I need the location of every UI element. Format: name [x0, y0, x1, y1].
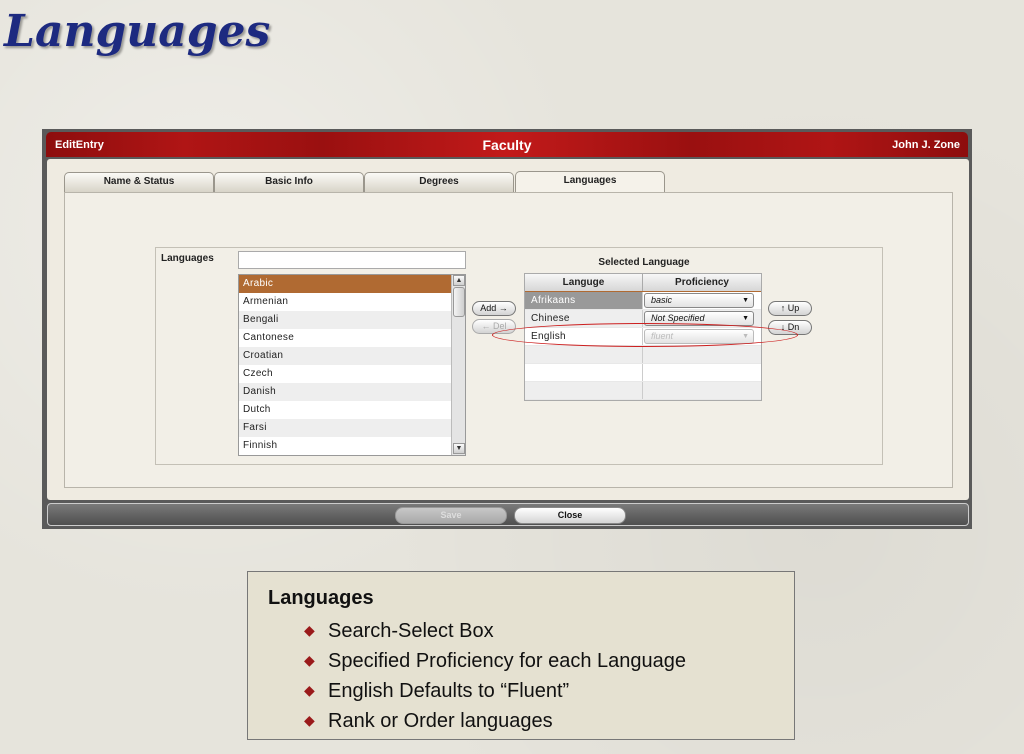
list-item: ◆ Search-Select Box — [304, 616, 686, 646]
list-item[interactable]: Farsi — [239, 419, 451, 437]
window-content: Name & Status Basic Info Degrees Languag… — [47, 159, 969, 500]
column-proficiency[interactable]: Proficiency — [643, 274, 761, 291]
row-proficiency-cell: basic ▼ — [643, 292, 761, 309]
list-item[interactable]: Croatian — [239, 347, 451, 365]
bullet-text: Rank or Order languages — [328, 710, 553, 732]
window-titlebar: EditEntry Faculty John J. Zone — [46, 132, 968, 157]
tab-basic-info[interactable]: Basic Info — [214, 172, 364, 192]
save-button[interactable]: Save — [395, 507, 507, 524]
list-item[interactable]: Arabic — [239, 275, 451, 293]
move-up-button[interactable]: ↑ Up — [768, 301, 812, 316]
list-item: ◆ Specified Proficiency for each Language — [304, 646, 686, 676]
window-title: Faculty — [482, 137, 532, 153]
diamond-bullet-icon: ◆ — [304, 712, 315, 728]
list-item[interactable]: Cantonese — [239, 329, 451, 347]
scroll-down-icon[interactable]: ▼ — [453, 443, 465, 454]
table-row-empty — [525, 346, 761, 364]
languages-group: Languages Arabic Armenian Bengali Canton… — [155, 247, 883, 465]
table-row-empty — [525, 382, 761, 400]
slide-title: Languages — [4, 6, 271, 57]
tab-name-status[interactable]: Name & Status — [64, 172, 214, 192]
close-button[interactable]: Close — [514, 507, 626, 524]
column-language[interactable]: Languge — [525, 274, 643, 291]
diamond-bullet-icon: ◆ — [304, 652, 315, 668]
bottom-button-bar: Save Close — [47, 503, 969, 526]
row-language[interactable]: Afrikaans — [525, 292, 643, 309]
chevron-down-icon: ▼ — [742, 297, 749, 304]
languages-panel: Languages Arabic Armenian Bengali Canton… — [64, 192, 953, 488]
list-item: ◆ Rank or Order languages — [304, 706, 686, 736]
highlight-ellipse — [492, 323, 798, 347]
list-item[interactable]: Bengali — [239, 311, 451, 329]
chevron-down-icon: ▼ — [742, 315, 749, 322]
list-item[interactable]: Czech — [239, 365, 451, 383]
proficiency-select[interactable]: basic ▼ — [644, 293, 754, 308]
list-item[interactable]: Dutch — [239, 401, 451, 419]
notes-title: Languages — [268, 587, 374, 609]
language-list: Arabic Armenian Bengali Cantonese Croati… — [238, 274, 466, 456]
tab-languages[interactable]: Languages — [515, 171, 665, 193]
language-list-scrollbar[interactable]: ▲ ▼ — [451, 275, 465, 455]
tab-degrees[interactable]: Degrees — [364, 172, 514, 192]
scroll-thumb[interactable] — [453, 287, 465, 317]
proficiency-value: Not Specified — [651, 313, 705, 323]
bullet-text: Specified Proficiency for each Language — [328, 650, 687, 672]
diamond-bullet-icon: ◆ — [304, 682, 315, 698]
list-item[interactable]: Finnish — [239, 437, 451, 455]
proficiency-value: basic — [651, 295, 673, 305]
list-item: ◆ English Defaults to “Fluent” — [304, 676, 686, 706]
diamond-bullet-icon: ◆ — [304, 622, 315, 638]
list-item[interactable]: Armenian — [239, 293, 451, 311]
edit-entry-window: EditEntry Faculty John J. Zone Name & St… — [42, 129, 972, 529]
table-row-empty — [525, 364, 761, 382]
add-button[interactable]: Add → — [472, 301, 516, 316]
selected-table-header: Languge Proficiency — [525, 274, 761, 292]
scroll-up-icon[interactable]: ▲ — [453, 275, 465, 286]
bullet-text: Search-Select Box — [328, 620, 494, 642]
selected-language-title: Selected Language — [598, 257, 690, 268]
bullet-text: English Defaults to “Fluent” — [328, 680, 570, 702]
notes-list: ◆ Search-Select Box ◆ Specified Proficienc… — [304, 616, 686, 736]
list-item[interactable]: Danish — [239, 383, 451, 401]
user-name: John J. Zone — [892, 139, 960, 151]
language-search-input[interactable] — [238, 251, 466, 269]
languages-label: Languages — [161, 253, 214, 264]
notes-box: Languages ◆ Search-Select Box ◆ Specified … — [247, 571, 795, 740]
table-row[interactable]: Afrikaans basic ▼ — [525, 292, 761, 310]
